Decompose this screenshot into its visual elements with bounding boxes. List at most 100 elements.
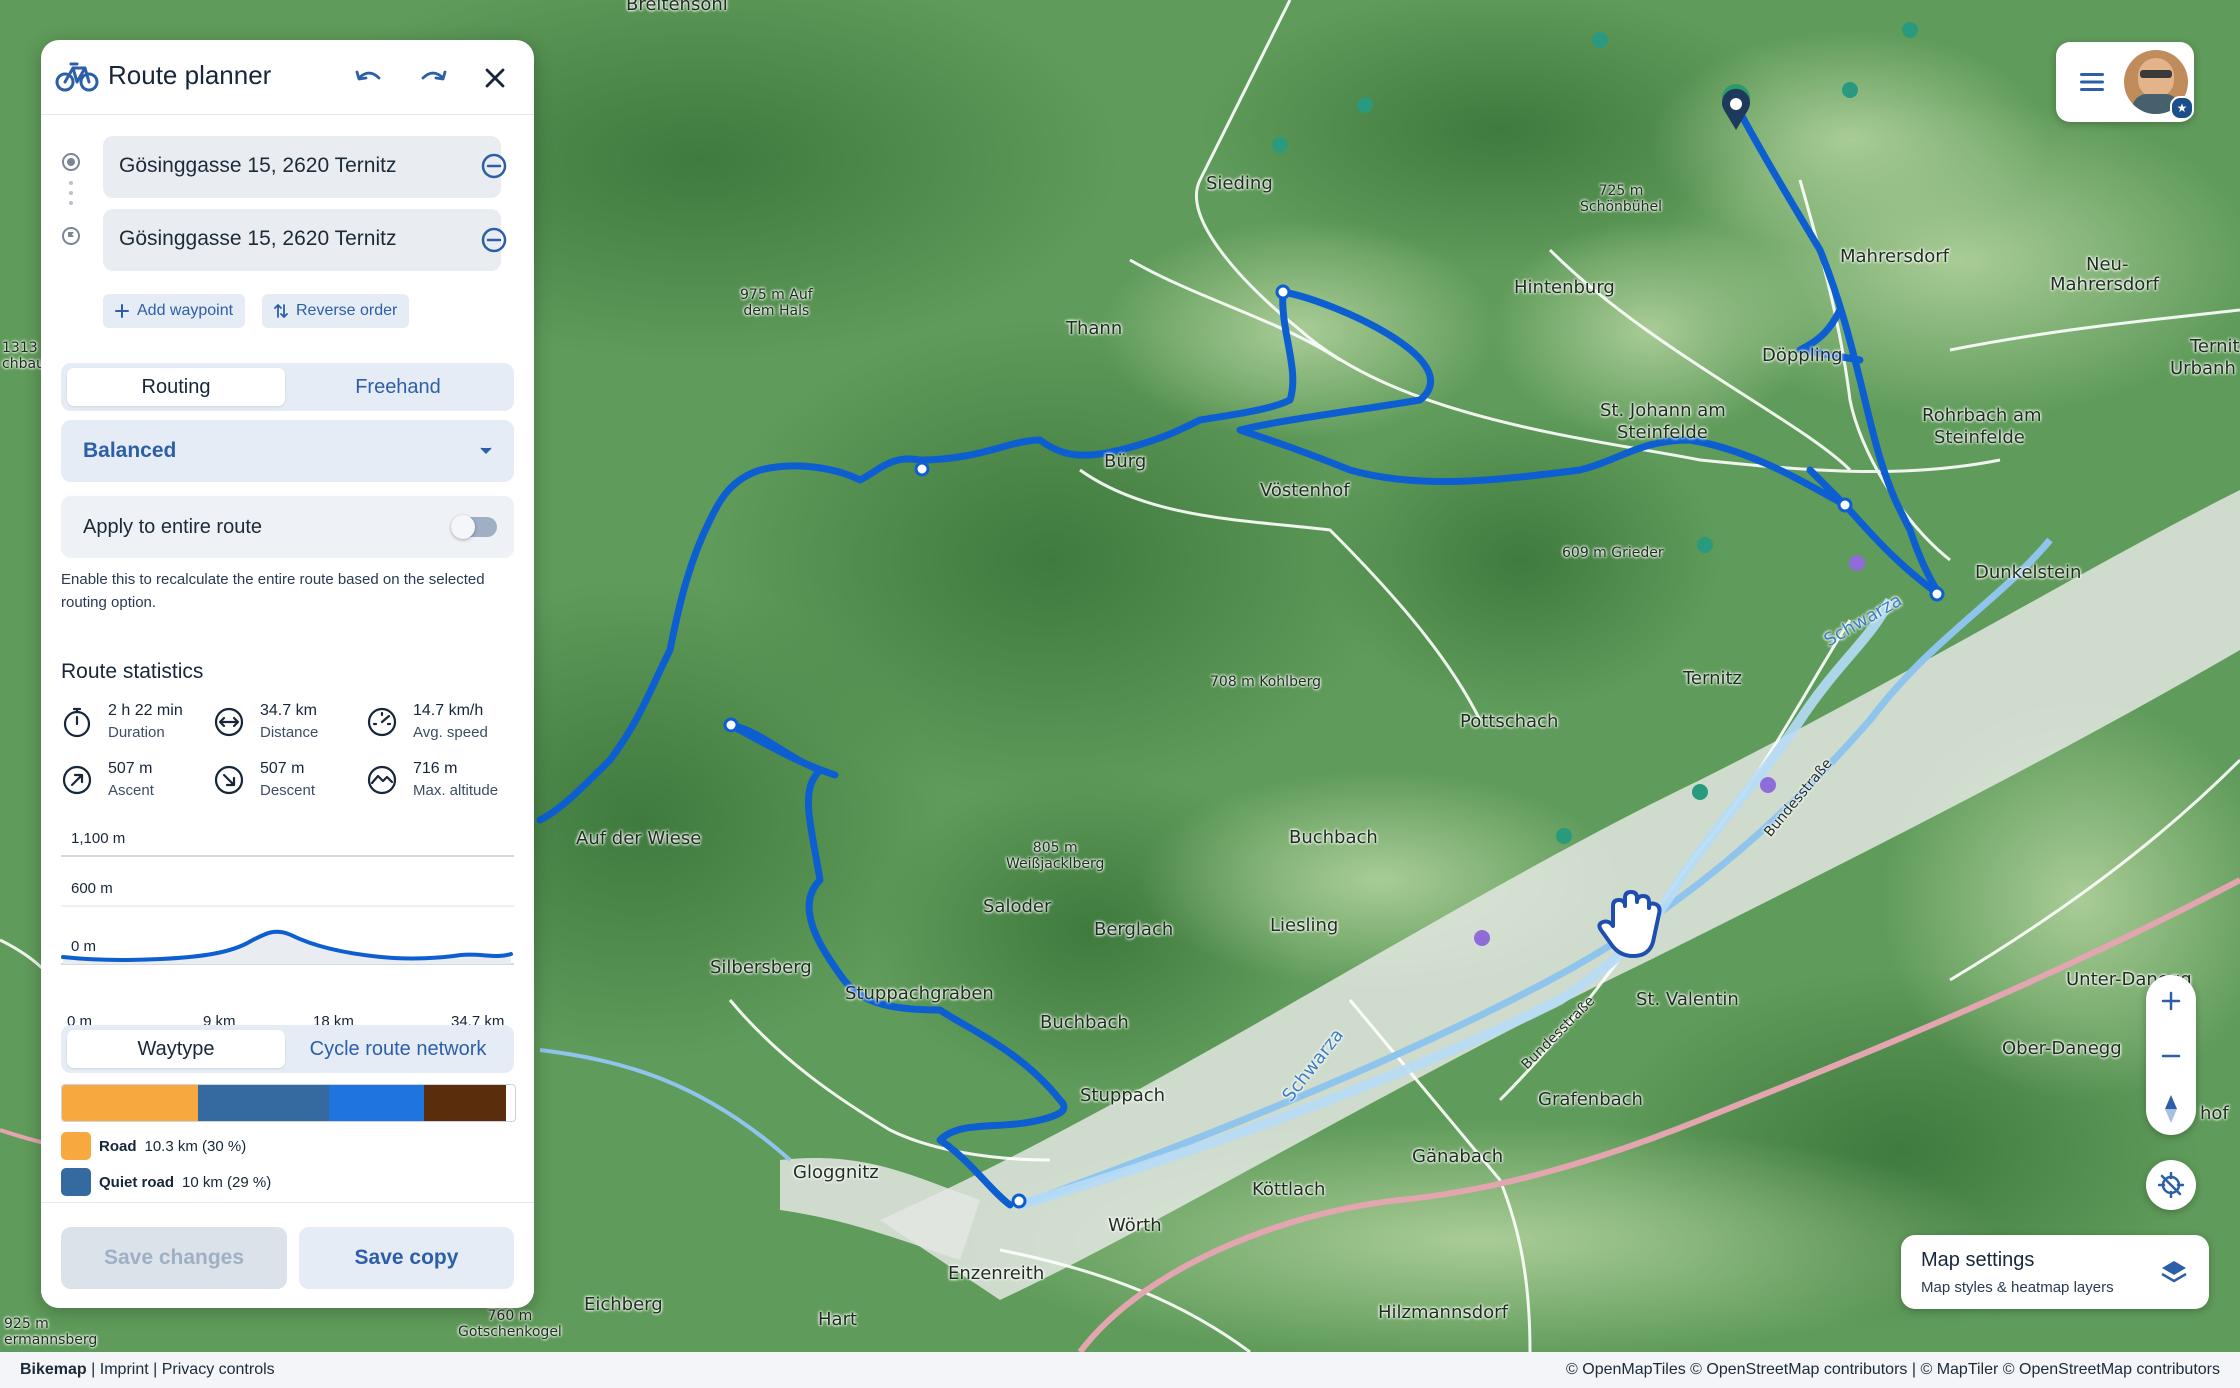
place-label: Steinfelde — [1617, 422, 1708, 443]
waytype-segment — [424, 1085, 506, 1121]
place-label: Rohrbach am — [1922, 405, 2042, 426]
save-copy-button[interactable]: Save copy — [299, 1227, 514, 1289]
map-settings-title: Map settings — [1921, 1249, 2035, 1271]
place-label: Döppling — [1762, 345, 1843, 366]
peak-label: 760 m Gotschenkogel — [458, 1308, 562, 1340]
zoom-out-button[interactable] — [2146, 1030, 2196, 1082]
legend-swatch — [61, 1132, 91, 1160]
elevation-profile[interactable]: 1,100 m 600 m 0 m 0 m 9 km 18 km 34.7 km — [61, 825, 514, 1040]
zoom-in-button[interactable] — [2146, 975, 2196, 1027]
save-changes-button[interactable]: Save changes — [61, 1227, 287, 1289]
place-label: Hart — [818, 1309, 858, 1330]
plus-icon — [2161, 991, 2181, 1011]
ascent-icon — [62, 765, 92, 795]
stat-label: Descent — [260, 782, 316, 799]
apply-hint: Enable this to recalculate the entire ro… — [61, 571, 485, 611]
routing-option-select[interactable]: Balanced — [61, 420, 514, 482]
stat-ascent: 507 m Ascent — [61, 760, 211, 810]
waypoint-end-value: Gösinggasse 15, 2620 Ternitz — [119, 227, 397, 250]
stat-distance: 34.7 km Distance — [213, 702, 363, 752]
peak-label: 725 m Schönbühel — [1580, 183, 1663, 215]
waypoint-start-input[interactable]: Gösinggasse 15, 2620 Ternitz — [103, 136, 501, 198]
descent-icon — [214, 765, 244, 795]
attribution[interactable]: © OpenMapTiles © OpenStreetMap contribut… — [1566, 1361, 2220, 1379]
privacy-controls-link[interactable]: Privacy controls — [162, 1361, 275, 1378]
waypoint-end-input[interactable]: Gösinggasse 15, 2620 Ternitz — [103, 209, 501, 271]
panel-footer: Save changes Save copy — [41, 1202, 534, 1308]
undo-button[interactable] — [347, 56, 391, 100]
footer-links: Bikemap | Imprint | Privacy controls — [20, 1361, 275, 1379]
route-planner-panel: Route planner Gösinggasse 15, 2620 Terni… — [41, 40, 534, 1308]
stat-value: 716 m — [413, 760, 458, 777]
legend-detail: 10 km (29 %) — [182, 1173, 272, 1191]
panel-header: Route planner — [41, 40, 534, 115]
stat-duration: 2 h 22 min Duration — [61, 702, 211, 752]
legend-name: Quiet road — [99, 1173, 175, 1191]
stat-value: 14.7 km/h — [413, 702, 484, 719]
place-label: Buchbach — [1040, 1012, 1129, 1033]
swap-vertical-icon — [274, 304, 288, 318]
place-label: hof — [2200, 1103, 2229, 1124]
place-label: St. Johann am — [1600, 400, 1726, 421]
legend-name: Road — [99, 1137, 137, 1155]
hand-cursor-icon — [1597, 890, 1662, 958]
waytype-segment — [329, 1085, 425, 1121]
place-label: Eichberg — [584, 1294, 663, 1315]
locate-button[interactable] — [2146, 1160, 2196, 1210]
redo-icon — [421, 70, 447, 81]
hamburger-menu-icon[interactable] — [2078, 70, 2106, 94]
tab-cycle-route-network[interactable]: Cycle route network — [289, 1030, 507, 1068]
bicycle-icon — [55, 62, 99, 92]
add-waypoint-button[interactable]: Add waypoint — [103, 294, 246, 328]
legend-item-road: Road 10.3 km (30 %) — [61, 1132, 246, 1160]
minus-circle-icon — [481, 153, 507, 179]
compass-button[interactable] — [2146, 1083, 2196, 1135]
place-label: Dunkelstein — [1975, 562, 2082, 583]
brand-link[interactable]: Bikemap — [20, 1361, 87, 1378]
waytype-bar — [61, 1084, 516, 1122]
stat-value: 34.7 km — [260, 702, 317, 719]
tab-routing[interactable]: Routing — [67, 368, 285, 406]
place-label: Gloggnitz — [793, 1162, 879, 1183]
close-button[interactable] — [473, 56, 517, 100]
close-icon — [485, 68, 505, 88]
place-label: Breitensohl — [626, 0, 728, 15]
altitude-icon — [367, 765, 397, 795]
tab-waytype[interactable]: Waytype — [67, 1030, 285, 1068]
imprint-link[interactable]: Imprint — [100, 1361, 149, 1378]
chevron-down-icon — [480, 447, 492, 455]
stat-value: 507 m — [108, 760, 153, 777]
locate-off-icon — [2158, 1172, 2184, 1198]
place-label: Mahrersdorf — [2050, 274, 2160, 295]
minus-circle-icon — [481, 227, 507, 253]
place-label: Wörth — [1108, 1215, 1162, 1236]
redo-button[interactable] — [411, 56, 455, 100]
flag-icon — [62, 227, 80, 245]
place-label: Berglach — [1094, 919, 1174, 940]
tab-freehand[interactable]: Freehand — [289, 368, 507, 406]
layers-icon — [2161, 1261, 2187, 1283]
stat-value: 2 h 22 min — [108, 702, 183, 719]
reverse-order-button[interactable]: Reverse order — [262, 294, 410, 328]
remove-waypoint-end-button[interactable] — [478, 224, 510, 256]
legend-item-quiet-road: Quiet road 10 km (29 %) — [61, 1168, 271, 1196]
place-label: Steinfelde — [1934, 427, 2025, 448]
stopwatch-icon — [63, 707, 91, 738]
elevation-graph — [61, 855, 514, 965]
place-label: St. Valentin — [1636, 989, 1739, 1010]
place-label: Thann — [1066, 318, 1123, 339]
plus-icon — [115, 304, 129, 318]
place-label: Silbersberg — [710, 957, 812, 978]
apply-entire-route-toggle[interactable] — [451, 515, 497, 539]
apply-entire-route-label: Apply to entire route — [83, 516, 262, 538]
map-settings-button[interactable]: Map settings Map styles & heatmap layers — [1901, 1235, 2209, 1309]
place-label: Bürg — [1104, 451, 1147, 472]
legend-swatch — [61, 1168, 91, 1196]
place-label: Ternitz — [1683, 668, 1743, 689]
remove-waypoint-start-button[interactable] — [478, 150, 510, 182]
place-label: Buchbach — [1289, 827, 1378, 848]
separator: | — [153, 1361, 162, 1378]
place-label: Ober-Danegg — [2002, 1038, 2122, 1059]
stat-label: Distance — [260, 724, 319, 741]
user-menu[interactable]: ★ — [2056, 42, 2194, 122]
